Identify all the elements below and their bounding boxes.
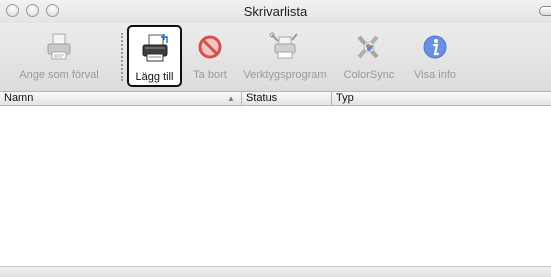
toolbar-separator bbox=[121, 33, 123, 81]
sort-ascending-icon: ▲ bbox=[227, 94, 235, 103]
add-printer-button[interactable]: Lägg till bbox=[127, 25, 182, 87]
add-printer-label: Lägg till bbox=[135, 71, 174, 83]
column-header-status[interactable]: Status bbox=[241, 92, 331, 105]
bottom-bar bbox=[0, 266, 551, 277]
printer-list-window: Skrivarlista Ange som förval Lägg till T… bbox=[0, 0, 551, 277]
column-header-type[interactable]: Typ bbox=[331, 92, 551, 105]
utility-button[interactable]: Verktygsprogram bbox=[238, 25, 332, 87]
column-name-label: Namn bbox=[4, 92, 34, 104]
colorsync-button[interactable]: ColorSync bbox=[336, 25, 402, 87]
show-info-label: Visa info bbox=[414, 69, 456, 81]
set-default-label: Ange som förval bbox=[19, 69, 99, 81]
printer-default-icon bbox=[47, 33, 71, 60]
toolbar: Ange som förval Lägg till Ta bort Verkty… bbox=[0, 23, 551, 91]
toolbar-toggle-button[interactable] bbox=[539, 6, 551, 16]
window-title: Skrivarlista bbox=[243, 4, 308, 19]
column-status-label: Status bbox=[246, 92, 278, 104]
column-type-label: Typ bbox=[336, 92, 354, 104]
column-header-name[interactable]: Namn bbox=[0, 92, 241, 105]
utility-label: Verktygsprogram bbox=[243, 69, 327, 81]
table-header: Namn ▲ Status Typ bbox=[0, 91, 551, 106]
printer-list[interactable] bbox=[0, 106, 551, 266]
add-printer-icon bbox=[142, 34, 168, 62]
delete-label: Ta bort bbox=[193, 69, 227, 81]
colorsync-icon bbox=[357, 35, 379, 59]
titlebar[interactable]: Skrivarlista bbox=[0, 0, 551, 23]
delete-button[interactable]: Ta bort bbox=[186, 25, 234, 87]
colorsync-label: ColorSync bbox=[343, 69, 395, 81]
set-default-button[interactable]: Ange som förval bbox=[4, 25, 114, 87]
delete-icon bbox=[198, 35, 222, 59]
show-info-button[interactable]: Visa info bbox=[404, 25, 466, 87]
utility-icon bbox=[269, 32, 298, 59]
info-icon bbox=[423, 35, 447, 59]
